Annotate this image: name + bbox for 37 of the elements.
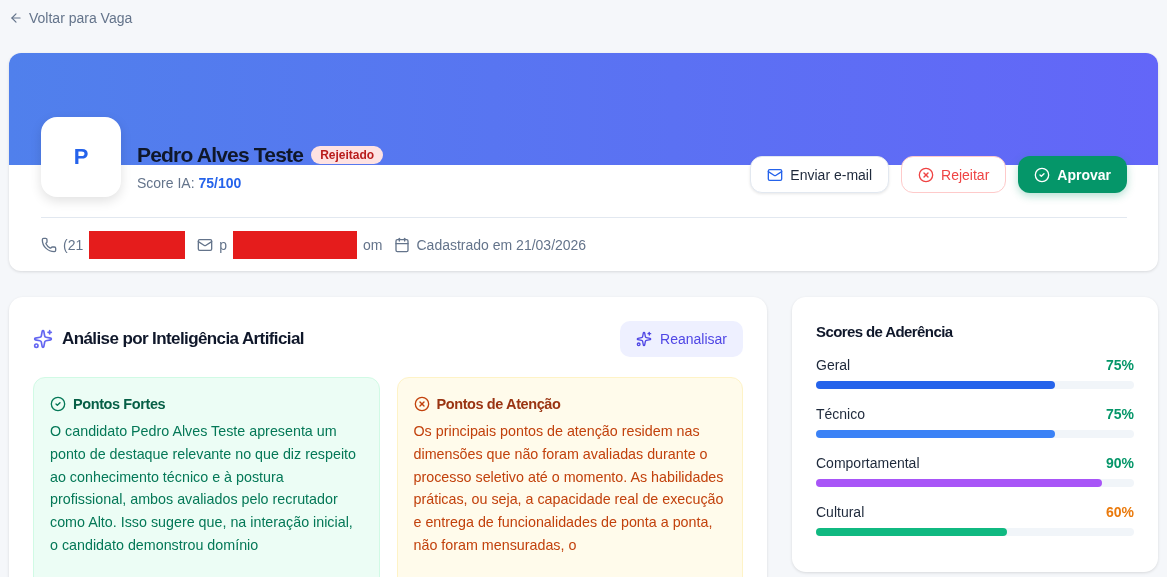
reanalyze-button[interactable]: Reanalisar <box>620 321 743 357</box>
panel-title: Pontos Fortes <box>73 396 166 412</box>
check-circle-icon <box>1034 166 1051 183</box>
score-percent: 75% <box>1105 406 1134 422</box>
score-percent: 90% <box>1105 455 1134 471</box>
check-circle-icon <box>50 396 66 412</box>
score-text: Score IA: 75/100 <box>137 175 243 191</box>
panel-title: Pontos de Atenção <box>436 396 561 412</box>
score-label: Cultural <box>816 504 865 520</box>
action-button[interactable]: Aprovar <box>1018 156 1127 193</box>
email-text: p <box>219 236 228 253</box>
back-link[interactable]: Voltar para Vaga <box>9 8 133 28</box>
score-label: Técnico <box>816 406 866 422</box>
close-circle-icon <box>413 396 430 412</box>
score-label: Comportamental <box>816 455 920 471</box>
calendar-icon <box>394 236 411 253</box>
sparkles-icon <box>33 329 53 349</box>
score-label: Geral <box>816 357 851 373</box>
mail-icon <box>197 236 214 253</box>
avatar: P <box>41 117 121 197</box>
email-text: om <box>363 236 383 253</box>
phone-text: (21 <box>63 236 84 253</box>
score-percent: 60% <box>1105 504 1134 520</box>
section-title: Scores de Aderência <box>816 323 954 340</box>
mail-icon <box>767 166 784 183</box>
close-circle-icon <box>918 166 935 183</box>
panel-text: Os principais pontos de atenção residem nas dimensões que não foram avaliadas durante o processo seletivo até o momento. As habilidades práticas, ou seja, a capacidade real de execução e entrega de funcionalidades de ponta a ponta, não foram mensuradas, o <box>413 422 725 555</box>
action-button[interactable]: Enviar e-mail <box>750 156 890 193</box>
score-percent: 75% <box>1105 357 1134 373</box>
status-badge: Rejeitado <box>311 146 384 164</box>
panel-text: O candidato Pedro Alves Teste apresenta um ponto de destaque relevante no que diz respeito ao conhecimento técnico e à postura profissional, ambos avaliados pelo recrutador como Alto. Isso sugere que, na interação inicial, o candidato demonstrou domínio <box>50 422 358 555</box>
registered-date: Cadastrado em 21/03/2026 <box>416 236 587 253</box>
action-button[interactable]: Rejeitar <box>901 156 1007 193</box>
candidate-name: Pedro Alves Teste <box>137 143 304 167</box>
phone-icon <box>41 236 57 253</box>
sparkles-icon <box>636 331 653 347</box>
section-title: Análise por Inteligência Artificial <box>62 329 304 349</box>
